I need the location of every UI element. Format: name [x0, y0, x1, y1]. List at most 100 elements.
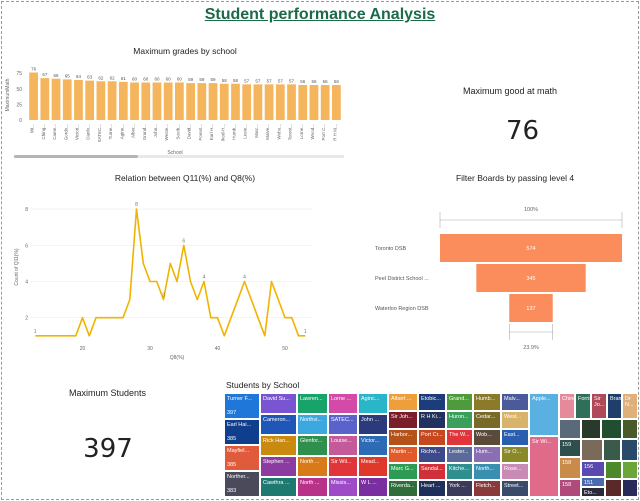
treemap-tile[interactable] [621, 439, 638, 461]
funnel-chart[interactable]: 100% 574 Toronto DSB 345 Peel District Schoo… [360, 192, 640, 354]
treemap-tile[interactable]: Mayfiel... 385 [224, 445, 260, 471]
treemap-tile[interactable]: Rick Han... [260, 435, 297, 456]
treemap-tile[interactable] [559, 419, 581, 439]
treemap-tile[interactable]: Grand... [446, 393, 473, 411]
treemap-chart[interactable]: Turner F... 397 Earl Hai... 385 Mayfiel... 38… [224, 393, 638, 497]
bar-x-tick-label: Grand... [142, 124, 147, 140]
treemap-tile[interactable]: Sandal... [418, 463, 446, 480]
treemap-tile[interactable]: Dr N... [622, 393, 638, 419]
treemap-tile[interactable]: Lawren... [297, 393, 328, 414]
treemap-tile[interactable]: Eto... [581, 487, 605, 497]
treemap-tile[interactable]: 156 [581, 461, 605, 477]
bar [141, 82, 151, 120]
treemap-tile[interactable]: Marc G... [388, 463, 418, 480]
treemap-tile[interactable]: Fletch... [473, 480, 501, 497]
treemap-tile[interactable]: Richvi... [418, 446, 446, 463]
treemap-tile[interactable]: Harbor... [388, 429, 418, 446]
treemap-tile[interactable]: Kitche... [446, 463, 473, 480]
treemap-tile[interactable] [605, 479, 622, 497]
treemap-tile[interactable]: R H Ki... [418, 411, 446, 429]
treemap-tile[interactable]: Louise... [328, 435, 358, 456]
treemap-tile[interactable]: Albert ... [388, 393, 418, 411]
treemap-tile[interactable]: Heart ... [418, 480, 446, 497]
treemap-tile[interactable]: W L ... [358, 477, 388, 497]
treemap-tile[interactable] [581, 419, 601, 439]
treemap-tile[interactable]: Wob... [473, 429, 501, 446]
treemap-tile[interactable]: 159 [559, 439, 581, 457]
treemap-tile[interactable]: North ... [297, 477, 328, 497]
treemap-tile[interactable]: Etobic... [418, 393, 446, 411]
treemap-tile[interactable]: Northvi... [297, 414, 328, 435]
treemap-tile[interactable]: Norther... 383 [224, 471, 260, 497]
treemap-tile[interactable]: 151 [581, 477, 605, 487]
card-students-value: 397 [83, 434, 133, 464]
treemap-tile[interactable]: Missis... [328, 477, 358, 497]
treemap-tile[interactable]: Martin ... [388, 446, 418, 463]
treemap-tile[interactable]: David Su... [260, 393, 297, 414]
treemap-tile[interactable]: Cameron... [260, 414, 297, 435]
treemap-tile[interactable]: Mead... [358, 456, 388, 477]
treemap-tile[interactable]: 158 [559, 457, 581, 479]
treemap-tile[interactable]: Stephen ... [260, 456, 297, 477]
funnel-data-label: 137 [526, 306, 535, 312]
treemap-tile[interactable]: Cawthra ... [260, 477, 297, 497]
treemap-tile[interactable]: Huron... [446, 411, 473, 429]
bar [219, 83, 229, 120]
treemap-tile[interactable]: 158 [559, 479, 581, 497]
treemap-tile-label: R H Ki... [421, 414, 442, 420]
treemap-tile[interactable]: John ... [358, 414, 388, 435]
bar-x-tick-label: Agine... [119, 124, 124, 139]
treemap-tile-label: Mayfiel... [227, 448, 250, 454]
line-chart[interactable]: 2 4 6 8 20 30 40 50 Count of Q11(%) Q8(%) 1 8 3 6 4 4 1 [10, 185, 330, 363]
treemap-tile[interactable]: North ... [297, 456, 328, 477]
bar [51, 78, 61, 120]
bar-data-label: 56 [334, 79, 340, 84]
treemap-tile[interactable]: SATEC... [328, 414, 358, 435]
treemap-tile[interactable]: Sir Wi... [529, 436, 559, 497]
treemap-tile[interactable]: Lorne ... [328, 393, 358, 414]
treemap-tile[interactable]: Rose... [501, 463, 529, 480]
treemap-tile-label: Richvi... [421, 449, 441, 455]
bar-chart[interactable]: 0 25 50 75 MaximumMath 76 Wi... 67 Ching... 66 Cam… [4, 60, 344, 178]
treemap-tile[interactable] [622, 479, 638, 497]
treemap-tile[interactable]: Sir O... [501, 446, 529, 463]
treemap-tile[interactable]: Lester... [446, 446, 473, 463]
treemap-tile[interactable]: Sir Jo... [591, 393, 607, 419]
treemap-tile[interactable]: Sir Joh... [388, 411, 418, 429]
treemap-tile[interactable]: North... [473, 463, 501, 480]
treemap-tile[interactable] [581, 439, 603, 461]
treemap-tile[interactable]: Aginc... [358, 393, 388, 414]
treemap-tile[interactable] [603, 439, 621, 461]
treemap-tile-label: Huron... [449, 414, 469, 420]
treemap-tile[interactable]: Glenfor... [297, 435, 328, 456]
treemap-tile[interactable]: Earl Hai... 385 [224, 419, 260, 445]
treemap-tile[interactable]: Humb... [473, 393, 501, 411]
treemap-tile[interactable]: Ching... [559, 393, 575, 419]
treemap-tile[interactable]: East... [501, 429, 529, 446]
treemap-tile[interactable]: Sir Wil... [328, 456, 358, 477]
treemap-tile[interactable]: Forris... [575, 393, 591, 419]
treemap-tile[interactable] [622, 419, 638, 439]
treemap-tile[interactable]: Riverda... [388, 480, 418, 497]
treemap-tile[interactable]: Street... [501, 480, 529, 497]
treemap-tile[interactable]: Malv... [501, 393, 529, 411]
treemap-tile[interactable]: Hum... [473, 446, 501, 463]
treemap-tile[interactable]: Victor... [358, 435, 388, 456]
treemap-tile[interactable]: York ... [446, 480, 473, 497]
treemap-tile[interactable]: Turner F... 397 [224, 393, 260, 419]
line-x-axis-label: Q8(%) [170, 355, 185, 361]
treemap-tile[interactable] [601, 419, 622, 439]
treemap-tile[interactable]: Apple... [529, 393, 559, 436]
treemap-tile[interactable] [622, 461, 638, 479]
treemap-tile[interactable]: The W... [446, 429, 473, 446]
bar [332, 85, 341, 120]
treemap-tile[interactable]: Bram... [607, 393, 622, 419]
bar-data-label: 58 [222, 78, 228, 83]
bar [107, 81, 117, 120]
treemap-tile[interactable] [605, 461, 622, 479]
treemap-tile[interactable]: West... [501, 411, 529, 429]
line-x-tick-label: 30 [147, 346, 153, 352]
bar-x-tick-label: Victori... [74, 124, 79, 140]
treemap-tile[interactable]: Cedar... [473, 411, 501, 429]
treemap-tile[interactable]: Port Cr... [418, 429, 446, 446]
